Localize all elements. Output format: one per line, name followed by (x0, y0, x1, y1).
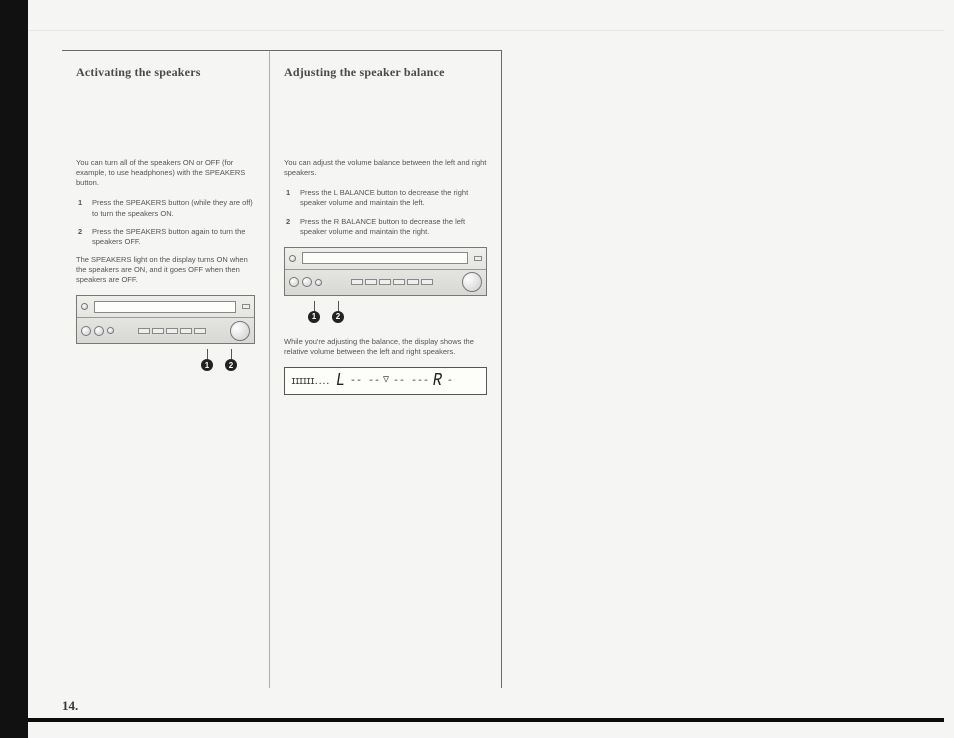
bass-knob-icon (81, 326, 91, 336)
page-frame: Activating the speakers You can turn all… (62, 50, 502, 688)
lcd-balance-scale: L -- -- ▽ -- --- R - (335, 371, 453, 391)
callout-2-wrap: 2 (332, 302, 344, 323)
bottom-rule (28, 718, 944, 722)
preset-button-icon (242, 304, 250, 309)
bass-knob-icon (289, 277, 299, 287)
input-button-icon (351, 279, 363, 285)
top-faint-rule (28, 30, 944, 31)
receiver-diagram-left (76, 295, 255, 344)
receiver-diagram-right (284, 247, 487, 296)
step-text: Press the SPEAKERS button (while they ar… (92, 198, 255, 218)
callout-badge: 2 (225, 359, 237, 371)
note-activating: The SPEAKERS light on the display turns … (76, 255, 255, 285)
input-button-icon (393, 279, 405, 285)
receiver-bottom-row (77, 317, 254, 343)
aux-knob-icon (315, 279, 322, 286)
input-button-icon (166, 328, 178, 334)
power-knob-icon (289, 255, 296, 262)
input-button-icon (138, 328, 150, 334)
lcd-right-char: R (433, 371, 443, 391)
lcd-balance-display: IIIIII.... L -- -- ▽ -- --- R - (284, 367, 487, 395)
lcd-trail-dash: - (447, 376, 453, 387)
step-number: 1 (286, 188, 294, 208)
volume-knob-icon (230, 321, 250, 341)
book-spine (0, 0, 28, 738)
step-text: Press the R BALANCE button to decrease t… (300, 217, 487, 237)
heading-balance: Adjusting the speaker balance (284, 65, 487, 80)
column-adjusting-balance: Adjusting the speaker balance You can ad… (270, 51, 501, 688)
page-number: 14. (62, 698, 78, 714)
step-1-balance: 1 Press the L BALANCE button to decrease… (284, 188, 487, 208)
lcd-center-marker-icon: ▽ (383, 374, 390, 386)
step-text: Press the L BALANCE button to decrease t… (300, 188, 487, 208)
receiver-display-icon (94, 301, 236, 313)
intro-activating: You can turn all of the speakers ON or O… (76, 158, 255, 188)
callouts-right: 1 2 (284, 302, 487, 323)
input-button-icon (365, 279, 377, 285)
treble-knob-icon (302, 277, 312, 287)
preset-button-icon (474, 256, 482, 261)
step-text: Press the SPEAKERS button again to turn … (92, 227, 255, 247)
receiver-bottom-row (285, 269, 486, 295)
callout-badge: 2 (332, 311, 344, 323)
callout-1-wrap: 1 (201, 350, 213, 371)
callout-1-wrap: 1 (308, 302, 320, 323)
step-1-activating: 1 Press the SPEAKERS button (while they … (76, 198, 255, 218)
lcd-level-bars: IIIIII.... (291, 377, 329, 386)
volume-knob-icon (462, 272, 482, 292)
step-2-activating: 2 Press the SPEAKERS button again to tur… (76, 227, 255, 247)
step-2-balance: 2 Press the R BALANCE button to decrease… (284, 217, 487, 237)
input-button-icon (421, 279, 433, 285)
input-button-icon (379, 279, 391, 285)
step-number: 1 (78, 198, 86, 218)
treble-knob-icon (94, 326, 104, 336)
input-button-icon (407, 279, 419, 285)
callout-badge: 1 (201, 359, 213, 371)
step-number: 2 (286, 217, 294, 237)
input-button-icon (194, 328, 206, 334)
receiver-top-row (77, 296, 254, 317)
callout-2-wrap: 2 (225, 350, 237, 371)
power-knob-icon (81, 303, 88, 310)
lcd-dashes: -- -- (350, 376, 380, 387)
input-button-icon (180, 328, 192, 334)
aux-knob-icon (107, 327, 114, 334)
heading-activating: Activating the speakers (76, 65, 255, 80)
post-note-balance: While you're adjusting the balance, the … (284, 337, 487, 357)
step-number: 2 (78, 227, 86, 247)
callouts-left: 1 2 (76, 350, 255, 371)
receiver-top-row (285, 248, 486, 269)
callout-badge: 1 (308, 311, 320, 323)
lcd-dashes: -- --- (393, 376, 429, 387)
intro-balance: You can adjust the volume balance betwee… (284, 158, 487, 178)
lcd-left-char: L (336, 371, 346, 391)
column-activating-speakers: Activating the speakers You can turn all… (62, 51, 270, 688)
input-button-icon (152, 328, 164, 334)
receiver-display-icon (302, 252, 468, 264)
